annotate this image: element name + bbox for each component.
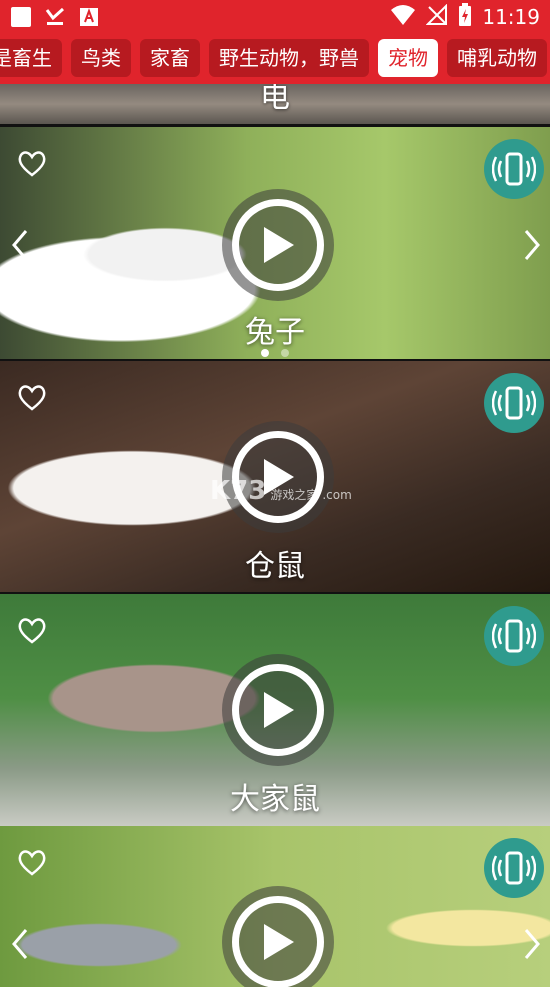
play-icon [232, 664, 324, 756]
chevron-right-icon[interactable] [518, 227, 546, 263]
tab-category-pets[interactable]: 宠物 [378, 39, 438, 77]
download-check-icon [44, 6, 66, 28]
vibrate-button[interactable] [484, 838, 544, 898]
status-left-icons [10, 6, 100, 28]
app-a-icon [78, 6, 100, 28]
play-button[interactable] [222, 654, 334, 766]
play-icon [232, 896, 324, 987]
card-title: 兔子 [245, 315, 305, 350]
tab-category-0[interactable]: 是畜生 [0, 39, 62, 77]
heart-icon[interactable] [16, 614, 48, 646]
sound-card-rat[interactable]: 大家鼠 [0, 594, 550, 826]
play-icon [232, 199, 324, 291]
no-signal-icon [425, 3, 448, 30]
category-tab-bar[interactable]: 是畜生 鸟类 家畜 野生动物，野兽 宠物 哺乳动物 [0, 34, 550, 84]
clock: 11:19 [482, 5, 540, 29]
status-right-icons: 11:19 [390, 3, 540, 31]
carousel-dot [281, 349, 289, 357]
card-title: 大家鼠 [230, 782, 320, 817]
tab-category-wild[interactable]: 野生动物，野兽 [209, 39, 369, 77]
sound-card-hamster[interactable]: K73 游戏之家 .com 仓鼠 [0, 361, 550, 592]
chevron-left-icon[interactable] [6, 926, 34, 962]
vibrate-phone-icon [492, 386, 536, 420]
square-icon [10, 6, 32, 28]
tab-category-birds[interactable]: 鸟类 [71, 39, 131, 77]
play-button[interactable] [222, 886, 334, 987]
vibrate-button[interactable] [484, 139, 544, 199]
card-title: 仓鼠 [245, 549, 305, 584]
watermark-domain: .com [322, 488, 352, 502]
vibrate-phone-icon [492, 152, 536, 186]
chevron-left-icon[interactable] [6, 227, 34, 263]
sound-card-bird[interactable] [0, 826, 550, 987]
status-bar: 11:19 [0, 0, 550, 34]
watermark-brand: K73 [210, 476, 267, 506]
vibrate-phone-icon [492, 619, 536, 653]
category-track: 是畜生 鸟类 家畜 野生动物，野兽 宠物 哺乳动物 [0, 39, 547, 77]
vibrate-button[interactable] [484, 373, 544, 433]
carousel-dot [261, 349, 269, 357]
chevron-right-icon[interactable] [518, 926, 546, 962]
sound-card-rabbit[interactable]: 兔子 [0, 127, 550, 359]
sound-card-partial[interactable]: 电 [0, 84, 550, 124]
sound-card-feed[interactable]: 电 兔子 K73 游戏之家 .com 仓鼠 大家鼠 [0, 84, 550, 987]
heart-icon[interactable] [16, 381, 48, 413]
tab-category-mammals[interactable]: 哺乳动物 [447, 39, 547, 77]
battery-charging-icon [458, 3, 472, 31]
carousel-dots [0, 349, 550, 357]
card-title: 电 [260, 84, 290, 115]
vibrate-phone-icon [492, 851, 536, 885]
wifi-icon [390, 4, 416, 30]
watermark-sub: 游戏之家 [270, 488, 319, 502]
vibrate-button[interactable] [484, 606, 544, 666]
play-button[interactable] [222, 189, 334, 301]
heart-icon[interactable] [16, 147, 48, 179]
watermark: K73 游戏之家 .com [210, 476, 352, 506]
tab-category-livestock[interactable]: 家畜 [140, 39, 200, 77]
heart-icon[interactable] [16, 846, 48, 878]
